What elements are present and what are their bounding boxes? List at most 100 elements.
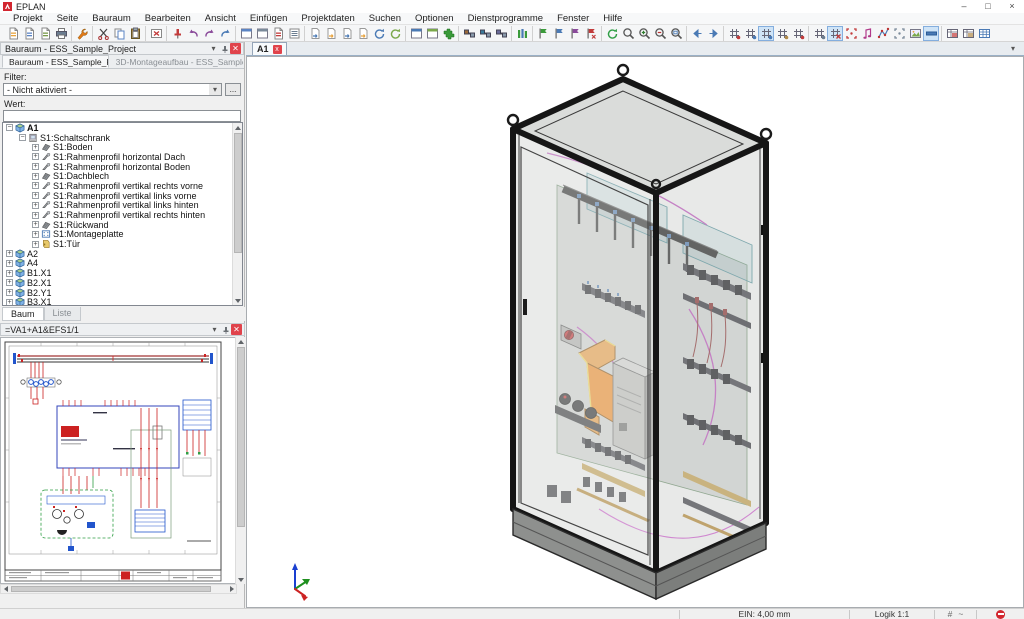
panel-tab-0[interactable]: Bauraum - ESS_Sample_Project: [2, 55, 109, 68]
preview-vscroll-thumb[interactable]: [237, 347, 245, 527]
signal-tracking-icon[interactable]: [493, 26, 509, 41]
connection-symbols-icon[interactable]: [461, 26, 477, 41]
status-snap-icon[interactable]: ~: [958, 609, 963, 619]
tree-item-s1-rahmenprofil-vertikal-rechts-hinten[interactable]: +S1:Rahmenprofil vertikal rechts hinten: [3, 210, 233, 220]
menu-projektdaten[interactable]: Projektdaten: [294, 13, 361, 25]
preview-vscrollbar[interactable]: [235, 337, 245, 584]
expand-icon[interactable]: +: [32, 163, 39, 170]
page-back-icon[interactable]: [307, 26, 323, 41]
window-arrange-icon[interactable]: [254, 26, 270, 41]
tree-item-b1-x1[interactable]: +B1.X1: [3, 268, 233, 278]
tree-item-s1-schaltschrank[interactable]: −S1:Schaltschrank: [3, 133, 233, 143]
expand-icon[interactable]: +: [32, 202, 39, 209]
tree-item-s1-rahmenprofil-horizontal-boden[interactable]: +S1:Rahmenprofil horizontal Boden: [3, 162, 233, 172]
zoom-lupe-icon[interactable]: [620, 26, 636, 41]
grid-size-e-icon[interactable]: [790, 26, 806, 41]
tree-item-s1-boden[interactable]: +S1:Boden: [3, 142, 233, 152]
table-grid-icon[interactable]: [976, 26, 992, 41]
collapse-icon[interactable]: −: [6, 124, 13, 131]
tree-item-a2[interactable]: +A2: [3, 249, 233, 259]
tree-item-s1-t-r[interactable]: +S1:Tür: [3, 239, 233, 249]
close-button[interactable]: ×: [1000, 0, 1024, 13]
panel-close-button[interactable]: ✕: [230, 43, 241, 54]
menu-fenster[interactable]: Fenster: [550, 13, 596, 25]
zoom-in-icon[interactable]: [636, 26, 652, 41]
expand-icon[interactable]: +: [32, 153, 39, 160]
goto-counterpart-icon[interactable]: [567, 26, 583, 41]
tree-item-b3-x1[interactable]: +B3.X1: [3, 297, 233, 306]
tree-item-a1[interactable]: −A1: [3, 123, 233, 133]
chevron-down-icon[interactable]: ▾: [209, 84, 221, 95]
scroll-down-icon[interactable]: [233, 296, 243, 305]
zoom-window-icon[interactable]: [668, 26, 684, 41]
cut-icon[interactable]: [95, 26, 111, 41]
tree-scrollbar[interactable]: [232, 123, 242, 305]
expand-icon[interactable]: +: [6, 289, 13, 296]
menu-suchen[interactable]: Suchen: [362, 13, 408, 25]
tree-item-a4[interactable]: +A4: [3, 259, 233, 269]
wert-input[interactable]: [3, 110, 241, 122]
minimize-button[interactable]: –: [952, 0, 976, 13]
tree-item-s1-rahmenprofil-vertikal-rechts-vorne[interactable]: +S1:Rahmenprofil vertikal rechts vorne: [3, 181, 233, 191]
preview-menu-caret-icon[interactable]: ▾: [209, 324, 220, 335]
grid-size-b-icon[interactable]: [742, 26, 758, 41]
preview-hscrollbar[interactable]: [0, 584, 237, 594]
image-icon[interactable]: [907, 26, 923, 41]
page-open-icon[interactable]: [21, 26, 37, 41]
tab-list-dropdown-icon[interactable]: ▾: [1006, 44, 1020, 55]
grid-display-icon[interactable]: [811, 26, 827, 41]
scroll-up-icon[interactable]: [236, 337, 246, 346]
insert-symbol-icon[interactable]: [440, 26, 456, 41]
grid-size-a-icon[interactable]: [726, 26, 742, 41]
zoom-out-icon[interactable]: [652, 26, 668, 41]
delete-icon[interactable]: [148, 26, 164, 41]
object-snap-icon[interactable]: [843, 26, 859, 41]
workbook-icon[interactable]: [424, 26, 440, 41]
tree-scroll-thumb[interactable]: [234, 133, 242, 253]
scroll-down-icon[interactable]: [236, 575, 246, 584]
status-grid-icon[interactable]: #: [948, 609, 953, 619]
marker-pin-icon[interactable]: [169, 26, 185, 41]
expand-icon[interactable]: +: [32, 182, 39, 189]
page-pdf-icon[interactable]: [270, 26, 286, 41]
expand-icon[interactable]: +: [6, 279, 13, 286]
document-tab-a1[interactable]: A1 x: [252, 42, 287, 55]
redo-all-icon[interactable]: [217, 26, 233, 41]
polyline-icon[interactable]: [875, 26, 891, 41]
maximize-button[interactable]: □: [976, 0, 1000, 13]
expand-icon[interactable]: +: [32, 231, 39, 238]
expand-icon[interactable]: +: [6, 299, 13, 306]
menu-ansicht[interactable]: Ansicht: [198, 13, 243, 25]
update-view-icon[interactable]: [604, 26, 620, 41]
tree-item-s1-rahmenprofil-vertikal-links-hinten[interactable]: +S1:Rahmenprofil vertikal links hinten: [3, 201, 233, 211]
scroll-left-icon[interactable]: [1, 585, 10, 593]
tree-item-s1-rahmenprofil-horizontal-dach[interactable]: +S1:Rahmenprofil horizontal Dach: [3, 152, 233, 162]
window-new-icon[interactable]: [238, 26, 254, 41]
panel-menu-caret-icon[interactable]: ▾: [208, 43, 219, 54]
table-row-icon[interactable]: [944, 26, 960, 41]
menu-projekt[interactable]: Projekt: [6, 13, 50, 25]
expand-icon[interactable]: +: [32, 241, 39, 248]
undo-icon[interactable]: [185, 26, 201, 41]
schematic-preview[interactable]: [0, 337, 244, 584]
expand-icon[interactable]: +: [6, 260, 13, 267]
grid-size-c-icon[interactable]: [758, 26, 774, 41]
goto-graphic-icon[interactable]: [535, 26, 551, 41]
view-next-icon[interactable]: [705, 26, 721, 41]
goto-page-icon[interactable]: [551, 26, 567, 41]
preview-close-button[interactable]: ✕: [231, 324, 242, 335]
form-list-icon[interactable]: [286, 26, 302, 41]
menu-seite[interactable]: Seite: [50, 13, 86, 25]
goto-all-representations-icon[interactable]: [583, 26, 599, 41]
coordinate-input-icon[interactable]: [891, 26, 907, 41]
panel-tab-1[interactable]: 3D-Montageaufbau - ESS_Sample_Project: [109, 55, 244, 68]
scroll-right-icon[interactable]: [227, 585, 236, 593]
ruler-bar-icon[interactable]: [923, 26, 939, 41]
menu-einfügen[interactable]: Einfügen: [243, 13, 295, 25]
paste-icon[interactable]: [127, 26, 143, 41]
expand-icon[interactable]: +: [32, 192, 39, 199]
view-prev-icon[interactable]: [689, 26, 705, 41]
collapse-icon[interactable]: −: [19, 134, 26, 141]
expand-icon[interactable]: +: [32, 212, 39, 219]
tree-item-s1-rahmenprofil-vertikal-links-vorne[interactable]: +S1:Rahmenprofil vertikal links vorne: [3, 191, 233, 201]
